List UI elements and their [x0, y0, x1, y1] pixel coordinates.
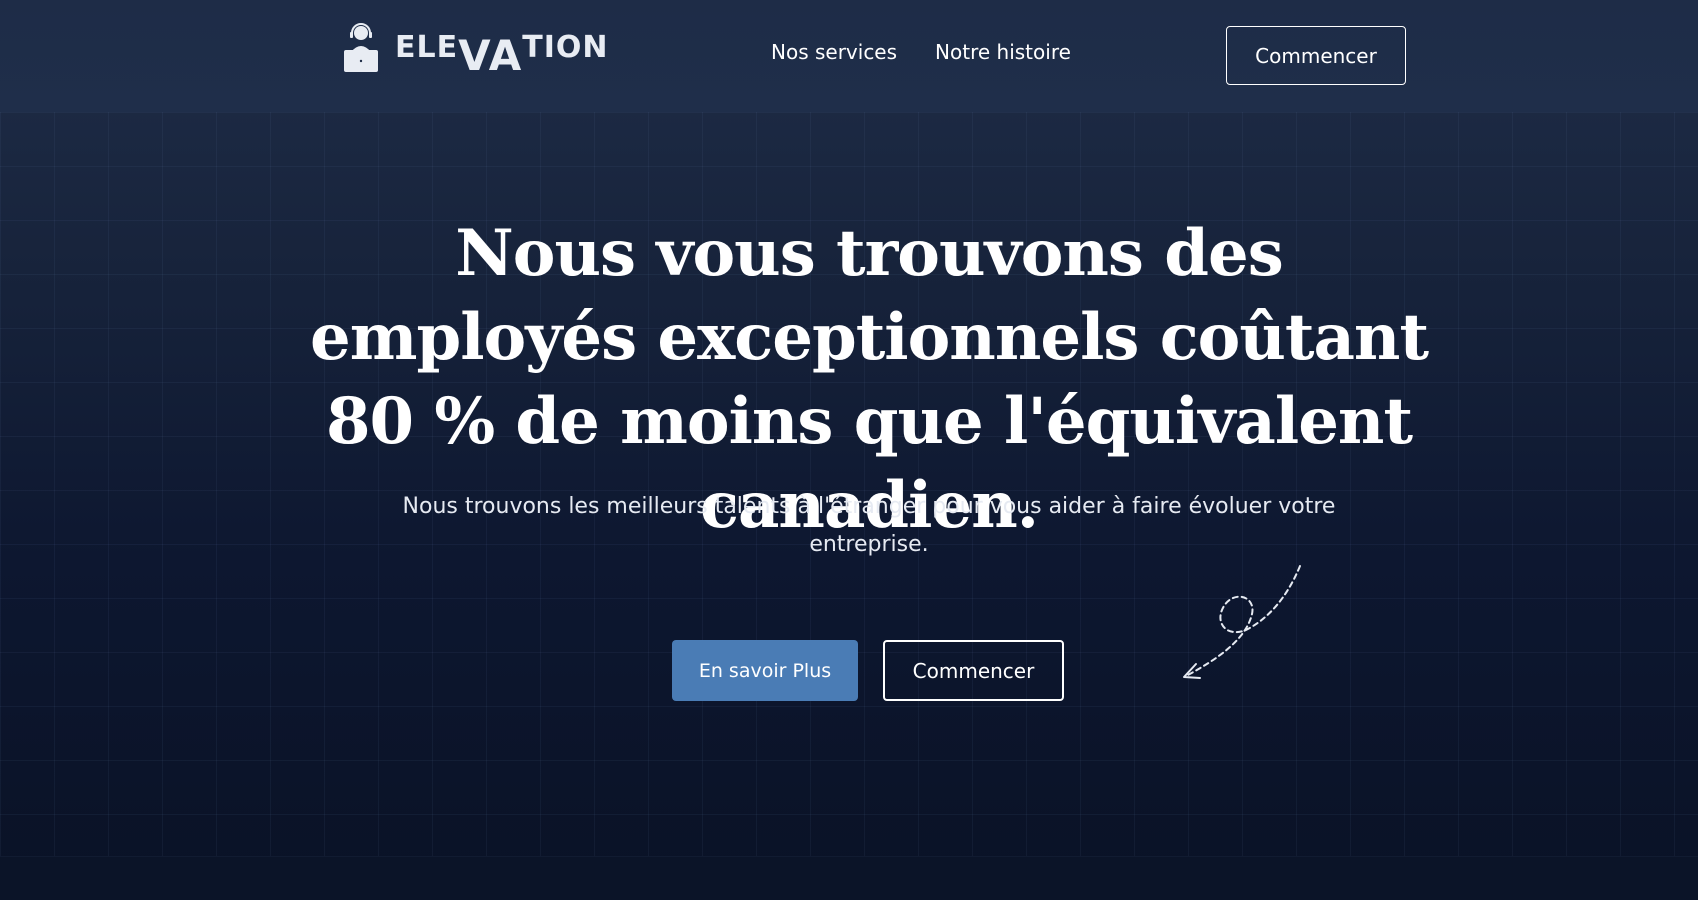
bottom-band [0, 856, 1698, 900]
hero-subtitle: Nous trouvons les meilleurs talents à l'… [402, 494, 1336, 557]
brand-name-part2: VA [458, 31, 523, 80]
brand-name-part3: TION [522, 30, 609, 65]
brand-logo[interactable]: ELE VA TION [341, 22, 609, 77]
brand-wordmark: ELE VA TION [395, 30, 609, 77]
learn-more-button[interactable]: En savoir Plus [672, 640, 858, 701]
nav-item-history[interactable]: Notre histoire [935, 40, 1071, 64]
brand-name-part1: ELE [395, 30, 459, 65]
main-nav: Nos services Notre histoire [771, 40, 1071, 64]
hero-start-button[interactable]: Commencer [883, 640, 1064, 701]
support-agent-laptop-icon [344, 23, 378, 72]
header-start-button[interactable]: Commencer [1226, 26, 1406, 85]
site-header: ELE VA TION Nos services Notre histoire Co… [0, 0, 1698, 112]
nav-item-services[interactable]: Nos services [771, 40, 897, 64]
dashed-loop-arrow-icon [1183, 565, 1301, 679]
